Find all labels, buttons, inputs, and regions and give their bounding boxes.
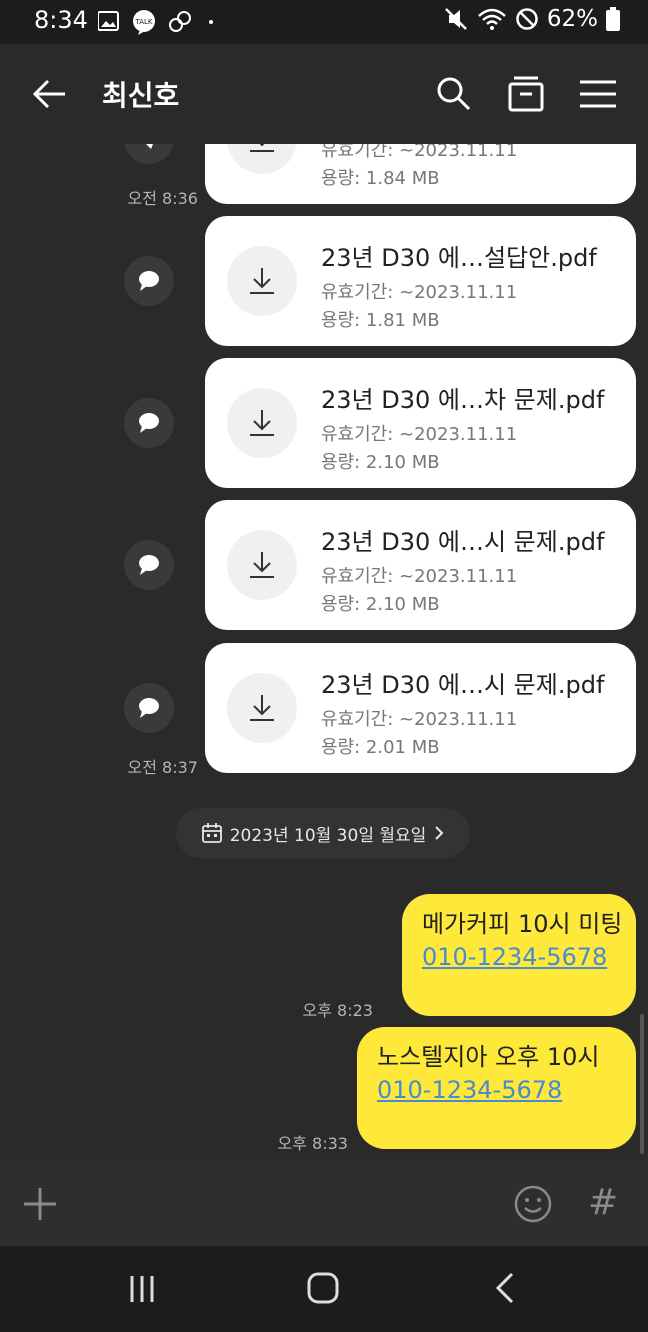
message-icon-avatar[interactable] — [124, 683, 174, 733]
chat-area[interactable]: 유효기간: ~2023.11.11 용량: 1.84 MB 오전 8:36 23… — [0, 144, 648, 1160]
hashtag-button[interactable]: # — [588, 1182, 618, 1223]
recent-apps-icon[interactable] — [128, 1274, 158, 1304]
menu-icon[interactable] — [578, 74, 618, 114]
talk-label: TALK — [134, 18, 152, 26]
notification-icons: TALK — [98, 10, 213, 35]
file-expiry: 유효기간: ~2023.11.11 — [321, 424, 518, 445]
smile-icon[interactable] — [513, 1184, 553, 1224]
file-size: 용량: 1.84 MB — [321, 168, 440, 189]
message-text: 노스텔지아 오후 10시 — [377, 1043, 600, 1071]
drawer-icon[interactable] — [506, 74, 546, 114]
phone-link[interactable]: 010-1234-5678 — [377, 1074, 616, 1107]
download-button[interactable] — [227, 530, 297, 600]
file-name: 23년 D30 에…시 문제.pdf — [321, 528, 605, 556]
status-time: 8:34 — [34, 6, 88, 34]
phone-link[interactable]: 010-1234-5678 — [422, 941, 616, 974]
input-bar: # — [0, 1160, 648, 1246]
download-icon — [250, 695, 274, 721]
file-size: 용량: 2.10 MB — [321, 452, 440, 473]
nav-back-icon[interactable] — [494, 1272, 516, 1304]
message-time: 오전 8:36 — [127, 189, 198, 208]
status-bar: 8:34 TALK 62% — [0, 0, 648, 44]
download-button[interactable] — [227, 144, 297, 174]
scrollbar[interactable] — [640, 1014, 644, 1154]
download-button[interactable] — [227, 246, 297, 316]
file-size: 용량: 2.10 MB — [321, 594, 440, 615]
download-icon — [250, 144, 274, 152]
mute-icon — [444, 8, 467, 30]
status-right: 62% — [443, 6, 620, 32]
file-name: 23년 D30 에…설답안.pdf — [321, 244, 597, 272]
do-not-disturb-icon — [516, 8, 538, 30]
file-message[interactable]: 23년 D30 에…설답안.pdf 유효기간: ~2023.11.11 용량: … — [205, 216, 636, 346]
date-divider[interactable]: 2023년 10월 30일 월요일 — [176, 808, 470, 858]
message-icon-avatar[interactable] — [124, 398, 174, 448]
message-icon-avatar[interactable] — [124, 256, 174, 306]
download-icon — [250, 268, 274, 294]
message-time: 오후 8:33 — [277, 1134, 348, 1153]
plus-icon[interactable] — [22, 1186, 58, 1222]
chat-bubble-icon — [139, 413, 159, 433]
file-size: 용량: 2.01 MB — [321, 737, 440, 758]
chat-bubble-icon — [139, 698, 159, 718]
date-text: 2023년 10월 30일 월요일 — [229, 825, 427, 846]
chevron-right-icon — [435, 826, 444, 840]
download-icon — [250, 410, 274, 436]
file-name: 23년 D30 에…시 문제.pdf — [321, 671, 605, 699]
file-message[interactable]: 유효기간: ~2023.11.11 용량: 1.84 MB — [205, 144, 636, 204]
file-expiry: 유효기간: ~2023.11.11 — [321, 566, 518, 587]
sent-message[interactable]: 노스텔지아 오후 10시 010-1234-5678 — [357, 1027, 636, 1149]
file-size: 용량: 1.81 MB — [321, 310, 440, 331]
download-button[interactable] — [227, 673, 297, 743]
system-nav-bar — [0, 1246, 648, 1332]
file-message[interactable]: 23년 D30 에…시 문제.pdf 유효기간: ~2023.11.11 용량:… — [205, 500, 636, 630]
message-text: 메가커피 10시 미팅 — [422, 910, 623, 938]
chat-bubble-icon — [139, 555, 159, 575]
message-time: 오전 8:37 — [127, 758, 198, 777]
back-arrow-icon[interactable] — [30, 76, 70, 112]
battery-percent: 62% — [546, 6, 598, 32]
chat-bubble-icon — [139, 271, 159, 291]
chat-title: 최신호 — [102, 79, 180, 112]
sent-message[interactable]: 메가커피 10시 미팅 010-1234-5678 — [402, 894, 636, 1016]
download-icon — [250, 552, 274, 578]
file-name: 23년 D30 에…차 문제.pdf — [321, 386, 605, 414]
message-time: 오후 8:23 — [302, 1001, 373, 1020]
battery-icon — [606, 7, 620, 31]
calendar-icon — [201, 823, 222, 843]
file-message[interactable]: 23년 D30 에…차 문제.pdf 유효기간: ~2023.11.11 용량:… — [205, 358, 636, 488]
search-icon[interactable] — [434, 74, 474, 114]
file-expiry: 유효기간: ~2023.11.11 — [321, 282, 518, 303]
share-avatar[interactable] — [124, 144, 174, 164]
file-expiry: 유효기간: ~2023.11.11 — [321, 144, 518, 161]
share-icon — [146, 144, 153, 149]
download-button[interactable] — [227, 388, 297, 458]
message-icon-avatar[interactable] — [124, 540, 174, 590]
wifi-icon — [478, 8, 506, 30]
app-bar: 최신호 — [0, 44, 648, 144]
file-message[interactable]: 23년 D30 에…시 문제.pdf 유효기간: ~2023.11.11 용량:… — [205, 643, 636, 773]
file-expiry: 유효기간: ~2023.11.11 — [321, 709, 518, 730]
home-icon[interactable] — [307, 1272, 339, 1304]
